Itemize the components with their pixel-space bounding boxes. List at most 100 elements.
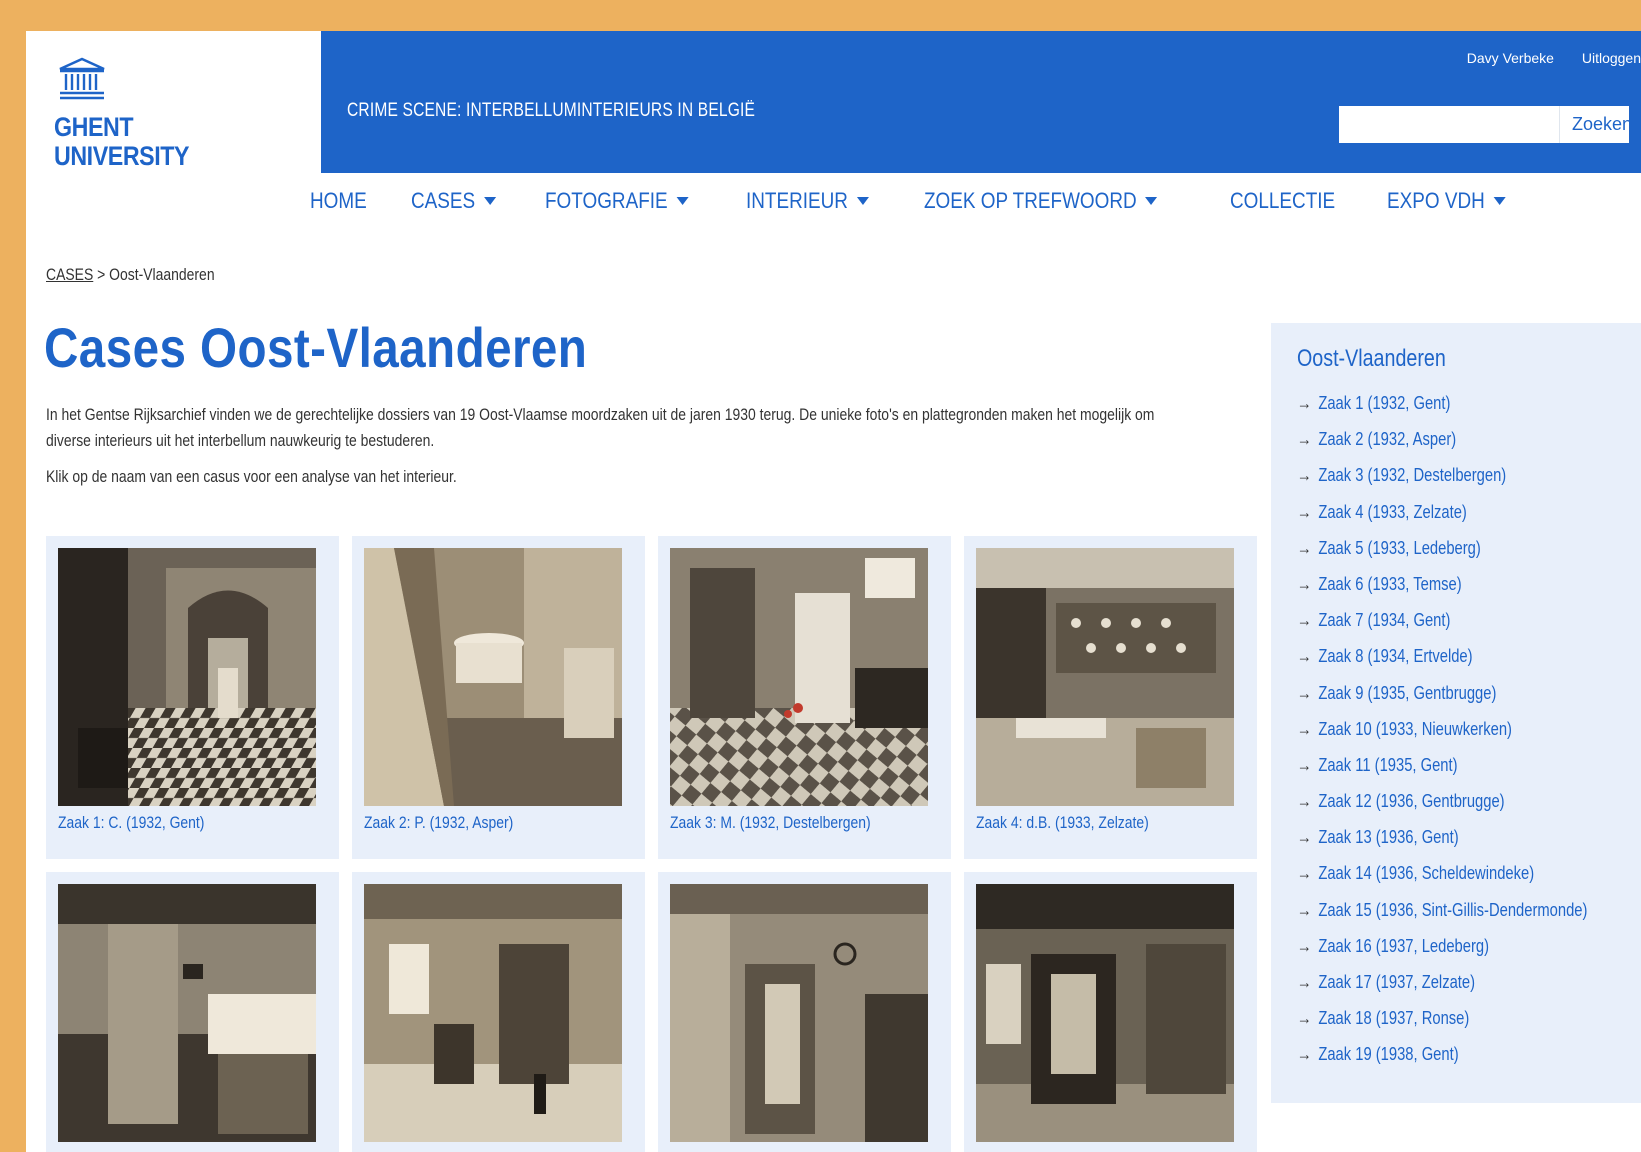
case-photo[interactable] [364, 884, 622, 1142]
arrow-right-icon: → [1297, 429, 1312, 450]
nav-collectie-label: COLLECTIE [1230, 188, 1336, 213]
case-caption[interactable]: Zaak 1: C. (1932, Gent) [58, 806, 279, 859]
sidebar-item-link[interactable]: Zaak 12 (1936, Gentbrugge) [1318, 791, 1504, 811]
nav-interieur[interactable]: INTERIEUR [746, 188, 869, 214]
sidebar-item-link[interactable]: Zaak 1 (1932, Gent) [1318, 393, 1450, 413]
page: GHENT UNIVERSITY CRIME SCENE: INTERBELLU… [26, 31, 1641, 1152]
case-caption[interactable]: Zaak 3: M. (1932, Destelbergen) [670, 806, 891, 859]
case-card[interactable]: Zaak 3: M. (1932, Destelbergen) [658, 536, 951, 859]
sidebar-item[interactable]: → Zaak 6 (1933, Temse) [1297, 574, 1587, 610]
nav-home[interactable]: HOME [310, 188, 367, 214]
sidebar-item[interactable]: → Zaak 8 (1934, Ertvelde) [1297, 646, 1587, 682]
case-caption[interactable] [670, 1142, 891, 1152]
case-caption[interactable] [58, 1142, 279, 1152]
page-title: Cases Oost-Vlaanderen [44, 316, 588, 379]
case-card[interactable] [46, 872, 339, 1152]
breadcrumb-link-cases[interactable]: CASES [46, 265, 93, 284]
sidebar: Oost-Vlaanderen → Zaak 1 (1932, Gent) → Za… [1271, 323, 1641, 1103]
sidebar-item[interactable]: → Zaak 16 (1937, Ledeberg) [1297, 936, 1587, 972]
sidebar-item-link[interactable]: Zaak 17 (1937, Zelzate) [1318, 972, 1475, 992]
arrow-right-icon: → [1297, 972, 1312, 992]
sidebar-item-link[interactable]: Zaak 2 (1932, Asper) [1318, 429, 1456, 449]
nav-collectie[interactable]: COLLECTIE [1230, 188, 1335, 214]
sidebar-item-link[interactable]: Zaak 6 (1933, Temse) [1318, 574, 1461, 594]
header-banner: CRIME SCENE: INTERBELLUMINTERIEURS IN BE… [321, 31, 1641, 173]
sidebar-item[interactable]: → Zaak 4 (1933, Zelzate) [1297, 502, 1587, 538]
case-photo[interactable] [58, 884, 316, 1142]
nav-expo-label: EXPO VDH [1387, 188, 1486, 213]
sidebar-item-link[interactable]: Zaak 13 (1936, Gent) [1318, 827, 1458, 847]
sidebar-item[interactable]: → Zaak 5 (1933, Ledeberg) [1297, 538, 1587, 574]
sidebar-item-link[interactable]: Zaak 8 (1934, Ertvelde) [1318, 646, 1472, 666]
case-caption[interactable] [976, 1142, 1197, 1152]
sidebar-item[interactable]: → Zaak 13 (1936, Gent) [1297, 827, 1587, 863]
search-input[interactable] [1339, 106, 1559, 143]
nav-zoek-op-trefwoord[interactable]: ZOEK OP TREFWOORD [924, 188, 1158, 214]
user-name-link[interactable]: Davy Verbeke [1467, 50, 1554, 66]
logo[interactable]: GHENT UNIVERSITY [26, 31, 321, 173]
sidebar-item[interactable]: → Zaak 15 (1936, Sint-Gillis-Dendermonde) [1297, 900, 1587, 936]
case-card[interactable]: Zaak 2: P. (1932, Asper) [352, 536, 645, 859]
search-button[interactable]: Zoeken [1559, 106, 1632, 143]
logo-line-1: GHENT [54, 112, 134, 142]
sidebar-item-link[interactable]: Zaak 4 (1933, Zelzate) [1318, 502, 1466, 522]
sidebar-item[interactable]: → Zaak 7 (1934, Gent) [1297, 610, 1587, 646]
sidebar-item-link[interactable]: Zaak 9 (1935, Gentbrugge) [1318, 683, 1496, 703]
sidebar-item[interactable]: → Zaak 17 (1937, Zelzate) [1297, 972, 1587, 1008]
sidebar-item-link[interactable]: Zaak 5 (1933, Ledeberg) [1318, 538, 1480, 558]
sidebar-item-link[interactable]: Zaak 11 (1935, Gent) [1318, 755, 1457, 775]
sidebar-item[interactable]: → Zaak 18 (1937, Ronse) [1297, 1008, 1587, 1044]
arrow-right-icon: → [1297, 754, 1312, 775]
case-card[interactable] [352, 872, 645, 1152]
nav-expo-vdh[interactable]: EXPO VDH [1387, 188, 1506, 214]
sidebar-item[interactable]: → Zaak 2 (1932, Asper) [1297, 429, 1587, 465]
case-card[interactable] [658, 872, 951, 1152]
nav-fotografie[interactable]: FOTOGRAFIE [545, 188, 688, 214]
sidebar-item[interactable]: → Zaak 12 (1936, Gentbrugge) [1297, 791, 1587, 827]
sidebar-item-link[interactable]: Zaak 19 (1938, Gent) [1318, 1044, 1458, 1064]
breadcrumb-separator: > [97, 265, 106, 284]
case-caption[interactable] [364, 1142, 585, 1152]
sidebar-item-link[interactable]: Zaak 14 (1936, Scheldewindeke) [1318, 863, 1534, 883]
case-photo[interactable] [670, 548, 928, 806]
arrow-right-icon: → [1297, 718, 1312, 739]
sidebar-item-link[interactable]: Zaak 16 (1937, Ledeberg) [1318, 936, 1489, 956]
sidebar-item[interactable]: → Zaak 14 (1936, Scheldewindeke) [1297, 863, 1587, 899]
sidebar-item-link[interactable]: Zaak 7 (1934, Gent) [1318, 610, 1450, 630]
sidebar-item-link[interactable]: Zaak 15 (1936, Sint-Gillis-Dendermonde) [1318, 900, 1587, 920]
caret-down-icon [856, 197, 869, 205]
arrow-right-icon: → [1297, 393, 1312, 413]
caret-down-icon [675, 197, 688, 205]
case-card[interactable]: Zaak 1: C. (1932, Gent) [46, 536, 339, 859]
case-photo[interactable] [364, 548, 622, 806]
case-photo[interactable] [976, 548, 1234, 806]
case-photo[interactable] [670, 884, 928, 1142]
nav-cases[interactable]: CASES [411, 188, 496, 214]
sidebar-list: → Zaak 1 (1932, Gent) → Zaak 2 (1932, Aspe… [1297, 393, 1641, 1081]
nav-interieur-label: INTERIEUR [746, 188, 849, 213]
case-photo[interactable] [976, 884, 1234, 1142]
site-title[interactable]: CRIME SCENE: INTERBELLUMINTERIEURS IN BE… [347, 100, 755, 122]
university-building-icon [59, 57, 105, 100]
sidebar-item[interactable]: → Zaak 9 (1935, Gentbrugge) [1297, 683, 1587, 719]
breadcrumb: CASES > Oost-Vlaanderen [46, 265, 215, 285]
breadcrumb-current: Oost-Vlaanderen [109, 265, 215, 284]
sidebar-item[interactable]: → Zaak 19 (1938, Gent) [1297, 1044, 1587, 1080]
sidebar-item-link[interactable]: Zaak 3 (1932, Destelbergen) [1318, 465, 1506, 485]
arrow-right-icon: → [1297, 646, 1312, 667]
logout-link[interactable]: Uitloggen [1582, 50, 1641, 66]
sidebar-item-link[interactable]: Zaak 10 (1933, Nieuwkerken) [1318, 719, 1512, 739]
sidebar-item[interactable]: → Zaak 11 (1935, Gent) [1297, 755, 1587, 791]
case-card[interactable] [964, 872, 1257, 1152]
case-caption[interactable]: Zaak 2: P. (1932, Asper) [364, 806, 585, 859]
sidebar-item[interactable]: → Zaak 3 (1932, Destelbergen) [1297, 465, 1587, 501]
intro-paragraph-2: Klik op de naam van een casus voor een a… [46, 467, 457, 486]
sidebar-item[interactable]: → Zaak 10 (1933, Nieuwkerken) [1297, 719, 1587, 755]
sidebar-item[interactable]: → Zaak 1 (1932, Gent) [1297, 393, 1587, 429]
arrow-right-icon: → [1297, 610, 1312, 631]
arrow-right-icon: → [1297, 791, 1312, 812]
case-card[interactable]: Zaak 4: d.B. (1933, Zelzate) [964, 536, 1257, 859]
case-photo[interactable] [58, 548, 316, 806]
case-caption[interactable]: Zaak 4: d.B. (1933, Zelzate) [976, 806, 1197, 859]
sidebar-item-link[interactable]: Zaak 18 (1937, Ronse) [1318, 1008, 1469, 1028]
